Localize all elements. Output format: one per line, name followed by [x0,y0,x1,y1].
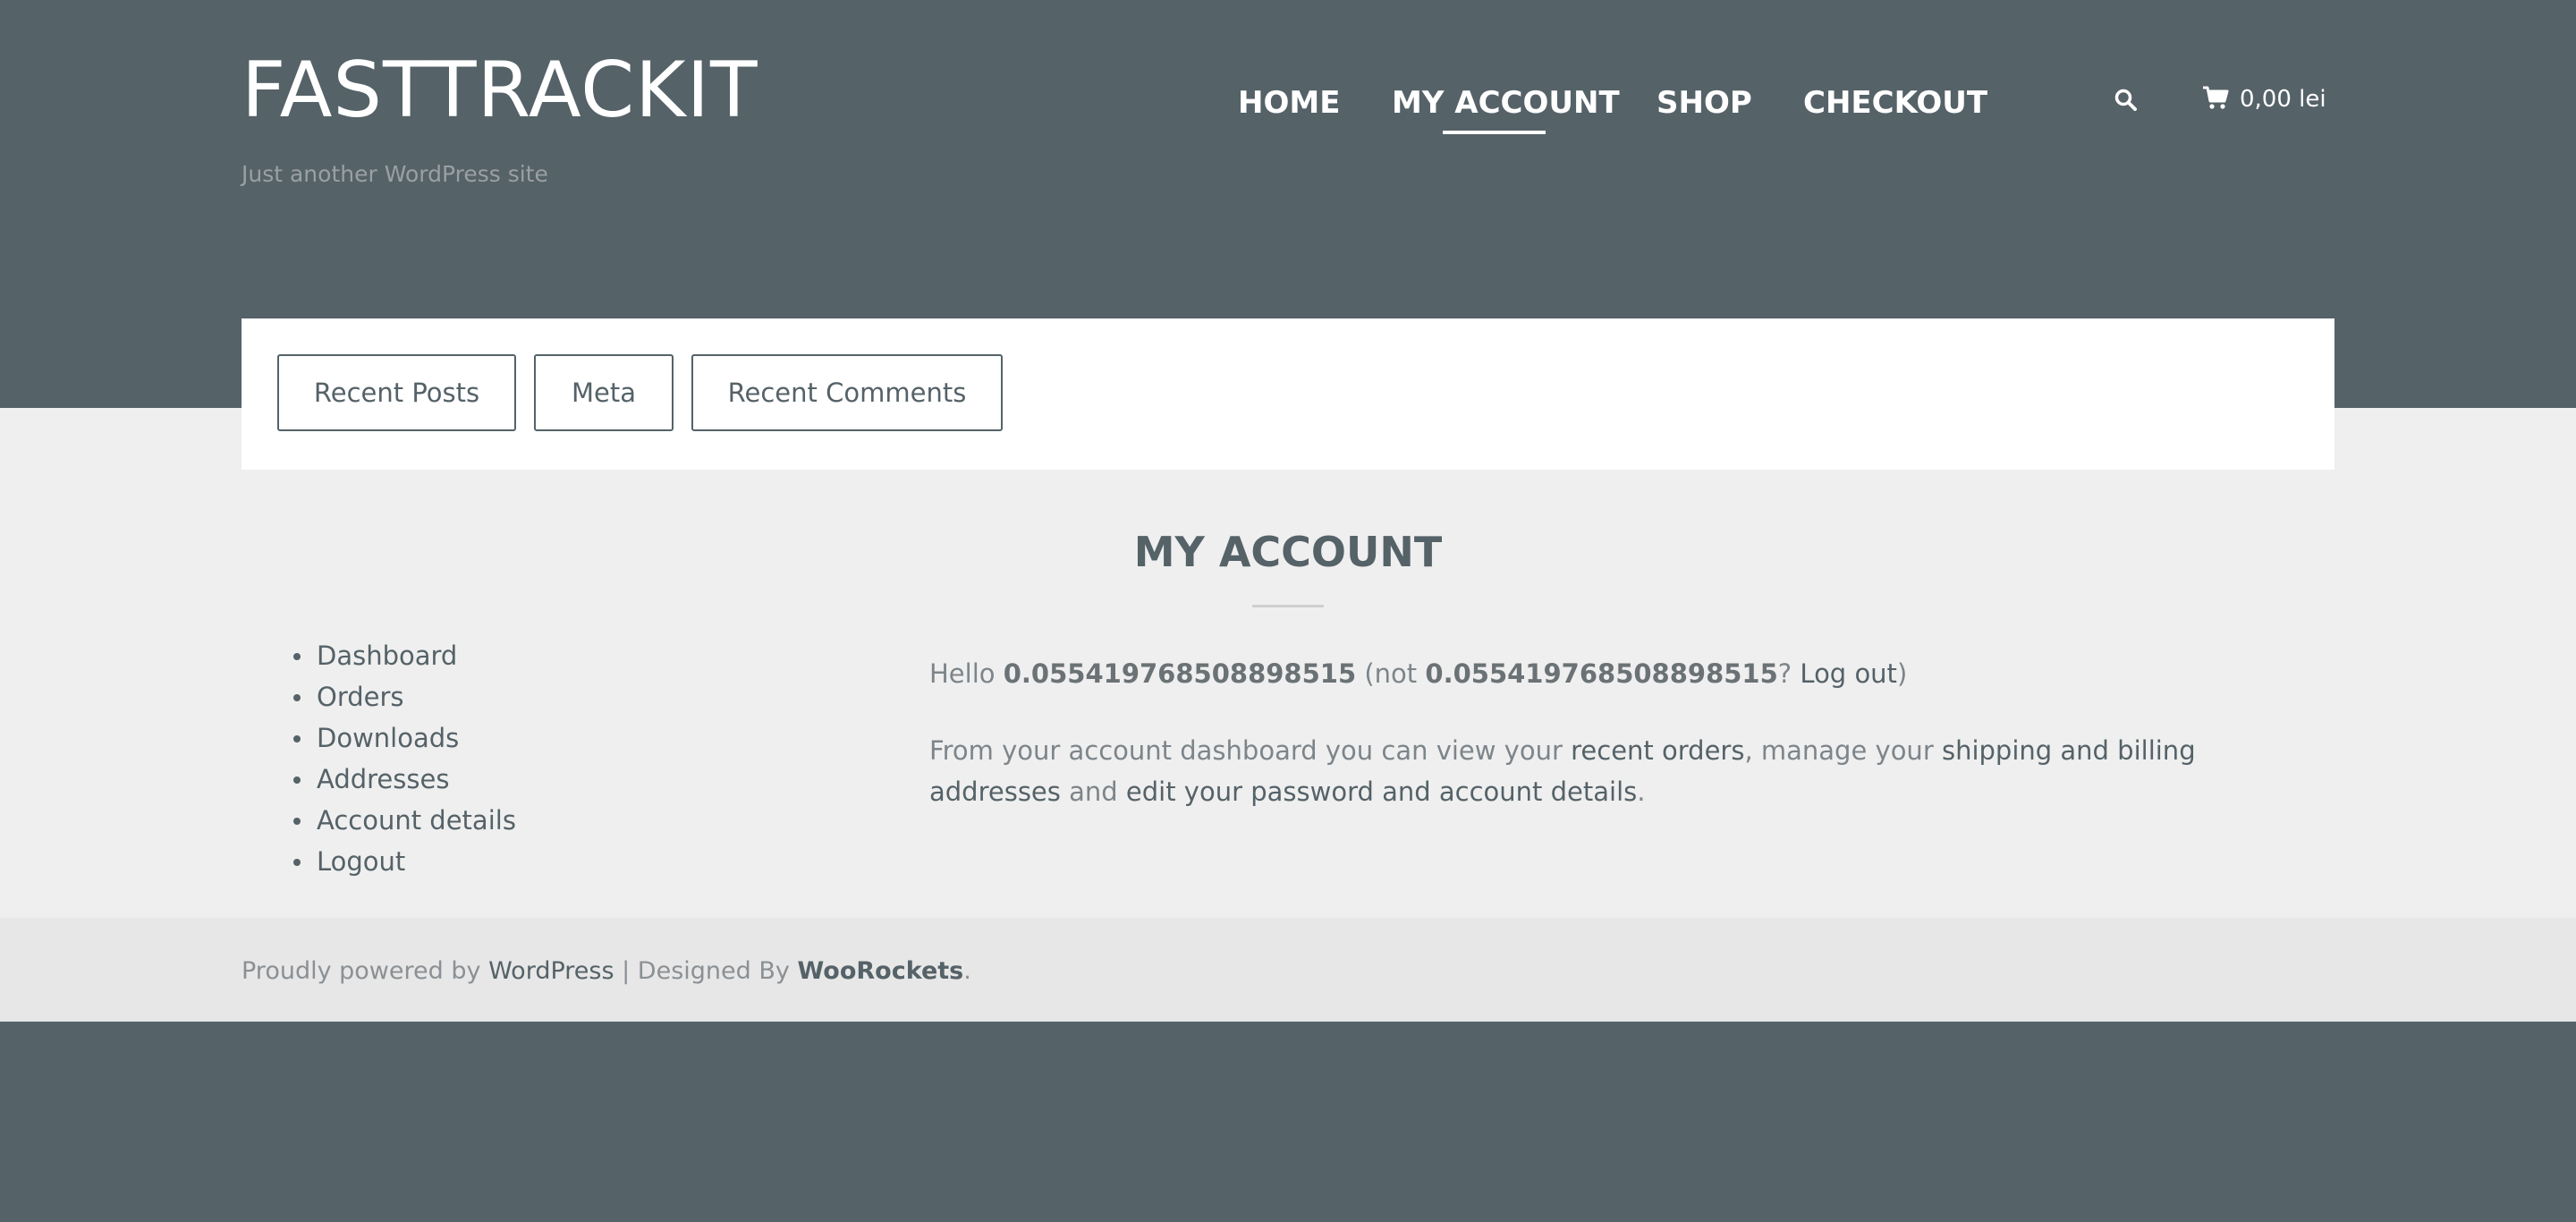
tab-recent-posts[interactable]: Recent Posts [277,354,516,431]
page-title: MY ACCOUNT [1133,528,1443,576]
question-mark: ? [1777,658,1792,689]
intro-paragraph: From your account dashboard you can view… [929,730,2307,812]
footer-end: . [963,957,971,985]
username-again: 0.055419768508898515 [1425,658,1778,689]
site-title[interactable]: FASTTRACKIT [242,52,758,129]
intro-period: . [1637,776,1646,807]
not-prefix: (not [1364,658,1418,689]
nav-item-my-account[interactable]: MY ACCOUNT [1392,85,1620,121]
cart-icon [2203,86,2229,109]
logout-link[interactable]: Log out [1800,658,1897,689]
powered-prefix: Proudly powered by [242,957,481,985]
active-nav-indicator [1443,131,1546,134]
edit-account-link[interactable]: edit your password and account details [1126,776,1637,807]
site-footer: Proudly powered by WordPress | Designed … [0,918,2576,1022]
woorockets-label: WooRockets [797,957,964,985]
intro-text-3: and [1069,776,1118,807]
tab-meta[interactable]: Meta [534,354,674,431]
search-icon[interactable] [2114,88,2139,113]
greeting-hello: Hello [929,658,996,689]
nav-item-checkout[interactable]: CHECKOUT [1803,85,1987,121]
wordpress-link[interactable]: WordPress [488,957,614,985]
recent-orders-link[interactable]: recent orders [1571,735,1744,766]
intro-text-2: , manage your [1744,735,1934,766]
designed-prefix: | Designed By [622,957,790,985]
site-tagline: Just another WordPress site [242,161,548,187]
tab-recent-comments[interactable]: Recent Comments [691,354,1003,431]
username: 0.055419768508898515 [1003,658,1357,689]
account-nav-account-details[interactable]: Account details [293,800,516,841]
close-paren: ) [1896,658,1908,689]
account-nav-dashboard[interactable]: Dashboard [293,635,516,676]
cart-total: 0,00 lei [2240,86,2326,113]
title-divider [1252,605,1324,607]
account-nav-orders[interactable]: Orders [293,676,516,717]
nav-item-shop[interactable]: SHOP [1657,85,1752,121]
woorockets-link[interactable]: WooRockets [797,957,963,985]
nav-item-home[interactable]: HOME [1238,85,1340,121]
account-nav-downloads[interactable]: Downloads [293,717,516,759]
widget-tabs-bar: Recent Posts Meta Recent Comments [242,318,2334,470]
greeting-paragraph: Hello 0.055419768508898515 (not 0.055419… [929,653,2307,694]
account-nav-addresses[interactable]: Addresses [293,759,516,800]
account-navigation: Dashboard Orders Downloads Addresses Acc… [293,635,516,882]
dashboard-content: Hello 0.055419768508898515 (not 0.055419… [929,653,2307,848]
footer-credits: Proudly powered by WordPress | Designed … [242,957,971,985]
intro-text-1: From your account dashboard you can view… [929,735,1563,766]
account-nav-logout[interactable]: Logout [293,841,516,882]
